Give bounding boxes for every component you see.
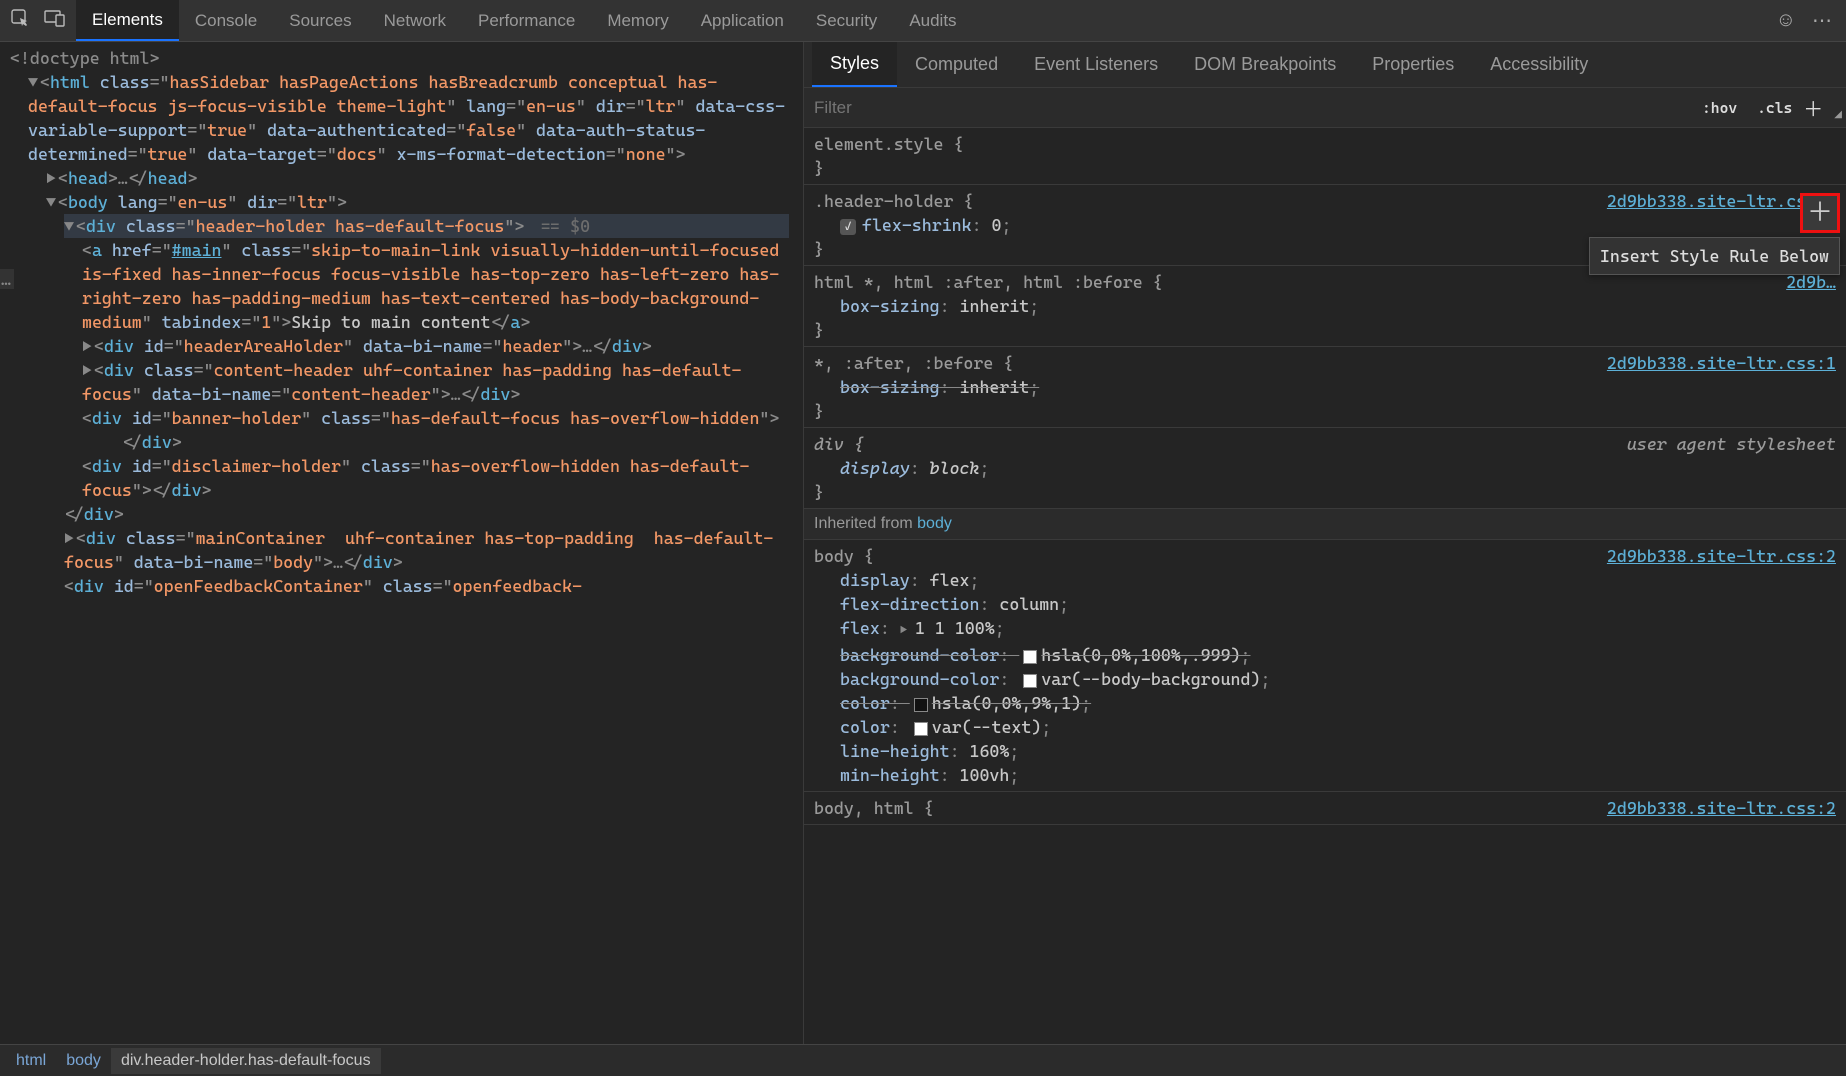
styles-sidebar: StylesComputedEvent ListenersDOM Breakpo… xyxy=(803,42,1846,1044)
toolbar-left-icons xyxy=(0,0,76,41)
prop-checkbox[interactable]: ✓ xyxy=(840,219,856,235)
hov-toggle[interactable]: :hov xyxy=(1692,99,1747,117)
rule-close-brace: } xyxy=(814,318,1836,342)
devtools-toolbar: ElementsConsoleSourcesNetworkPerformance… xyxy=(0,0,1846,42)
rule-source: user agent stylesheet xyxy=(1627,432,1836,456)
style-declaration[interactable]: flex: ▶ 1 1 100%; xyxy=(814,616,1836,643)
rule-source-link[interactable]: 2d9bb338.site-ltr.css:1 xyxy=(1607,351,1836,375)
inherited-from-link[interactable]: body xyxy=(917,515,952,532)
smiley-icon[interactable]: ☺ xyxy=(1776,9,1796,32)
sidebar-tab-styles[interactable]: Styles xyxy=(812,42,897,87)
main-tab-elements[interactable]: Elements xyxy=(76,0,179,41)
style-rule[interactable]: element.style {} xyxy=(804,128,1846,185)
toolbar-right-icons: ☺ ⋯ xyxy=(1762,0,1846,41)
breadcrumb-item[interactable]: body xyxy=(56,1048,111,1074)
device-toggle-icon[interactable] xyxy=(44,9,66,32)
main-tab-sources[interactable]: Sources xyxy=(273,0,367,41)
dom-node[interactable]: <div id="openFeedbackContainer" class="o… xyxy=(64,574,789,598)
main-tab-memory[interactable]: Memory xyxy=(591,0,684,41)
main-tabs: ElementsConsoleSourcesNetworkPerformance… xyxy=(76,0,1762,41)
dom-tree[interactable]: <!doctype html>▼<html class="hasSidebar … xyxy=(10,46,789,598)
dom-node[interactable]: ▶<div id="headerAreaHolder" data-bi-name… xyxy=(82,334,789,358)
dom-node[interactable]: ▼<div class="header-holder has-default-f… xyxy=(64,214,789,238)
style-rules-list[interactable]: element.style {}.header-holder {2d9bb338… xyxy=(804,128,1846,1044)
sidebar-tab-properties[interactable]: Properties xyxy=(1354,42,1472,87)
dom-node[interactable]: <div id="disclaimer-holder" class="has-o… xyxy=(82,454,789,502)
style-rule[interactable]: .header-holder {2d9bb338.site-ltr.css:2✓… xyxy=(804,185,1846,266)
main-split: … <!doctype html>▼<html class="hasSideba… xyxy=(0,42,1846,1044)
dom-node[interactable]: ▶<div class="content-header uhf-containe… xyxy=(82,358,789,406)
main-tab-network[interactable]: Network xyxy=(368,0,462,41)
dom-node[interactable]: ▶<div class="mainContainer uhf-container… xyxy=(64,526,789,574)
rule-selector[interactable]: *, :after, :before { xyxy=(814,351,1013,375)
dom-node[interactable]: </div> xyxy=(64,502,789,526)
breadcrumb-trail: htmlbodydiv.header-holder.has-default-fo… xyxy=(0,1044,1846,1076)
dom-node[interactable]: <a href="#main" class="skip-to-main-link… xyxy=(82,238,789,334)
new-rule-icon[interactable]: ＋ xyxy=(1802,97,1824,119)
kebab-icon[interactable]: ⋯ xyxy=(1812,8,1832,33)
dom-node[interactable]: <div id="banner-holder" class="has-defau… xyxy=(82,406,789,430)
style-declaration[interactable]: box-sizing: inherit; xyxy=(814,294,1836,318)
color-swatch[interactable] xyxy=(914,722,928,736)
rule-selector[interactable]: body, html { xyxy=(814,796,934,820)
style-declaration[interactable]: color: hsla(0,0%,9%,1); xyxy=(814,691,1836,715)
sidebar-tabs: StylesComputedEvent ListenersDOM Breakpo… xyxy=(804,42,1846,88)
dom-node[interactable]: ▼<html class="hasSidebar hasPageActions … xyxy=(28,70,789,166)
cls-toggle[interactable]: .cls xyxy=(1747,99,1802,117)
sidebar-tab-computed[interactable]: Computed xyxy=(897,42,1016,87)
style-declaration[interactable]: background-color: var(--body-background)… xyxy=(814,667,1836,691)
style-declaration[interactable]: color: var(--text); xyxy=(814,715,1836,739)
styles-filter-row: :hov .cls ＋ ◢ xyxy=(804,88,1846,128)
sidebar-tab-dom-breakpoints[interactable]: DOM Breakpoints xyxy=(1176,42,1354,87)
dom-node[interactable]: ▶<head>…</head> xyxy=(46,166,789,190)
elements-tree-panel[interactable]: … <!doctype html>▼<html class="hasSideba… xyxy=(0,42,803,1044)
main-tab-security[interactable]: Security xyxy=(800,0,893,41)
sidebar-tab-accessibility[interactable]: Accessibility xyxy=(1472,42,1606,87)
style-declaration[interactable]: min-height: 100vh; xyxy=(814,763,1836,787)
styles-filter-input[interactable] xyxy=(804,98,1692,118)
style-rule[interactable]: body, html { 2d9bb338.site-ltr.css:2 xyxy=(804,792,1846,825)
color-swatch[interactable] xyxy=(914,698,928,712)
style-declaration[interactable]: background-color: hsla(0,0%,100%,.999); xyxy=(814,643,1836,667)
breadcrumb-item[interactable]: html xyxy=(6,1048,56,1074)
rule-source-link[interactable]: 2d9bb338.site-ltr.css:2 xyxy=(1607,796,1836,820)
rule-selector[interactable]: .header-holder { xyxy=(814,189,973,213)
main-tab-audits[interactable]: Audits xyxy=(893,0,972,41)
rule-selector[interactable]: html *, html :after, html :before { xyxy=(814,270,1163,294)
rule-close-brace: } xyxy=(814,399,1836,423)
rule-selector[interactable]: body { xyxy=(814,544,874,568)
corner-resize-icon: ◢ xyxy=(1834,109,1842,120)
dom-node[interactable]: </div> xyxy=(122,430,789,454)
rule-selector[interactable]: element.style { xyxy=(814,132,963,156)
inherited-from-bar: Inherited from body xyxy=(804,509,1846,540)
breadcrumb-item[interactable]: div.header-holder.has-default-focus xyxy=(111,1048,381,1074)
style-declaration[interactable]: display: flex; xyxy=(814,568,1836,592)
sidebar-tab-event-listeners[interactable]: Event Listeners xyxy=(1016,42,1176,87)
rule-source-link[interactable]: 2d9b… xyxy=(1786,270,1836,294)
color-swatch[interactable] xyxy=(1023,650,1037,664)
rule-source-link[interactable]: 2d9bb338.site-ltr.css:2 xyxy=(1607,544,1836,568)
style-declaration[interactable]: flex-direction: column; xyxy=(814,592,1836,616)
style-declaration[interactable]: display: block; xyxy=(814,456,1836,480)
style-rule[interactable]: body { 2d9bb338.site-ltr.css:2display: fl… xyxy=(804,540,1846,792)
main-tab-application[interactable]: Application xyxy=(685,0,800,41)
main-tab-performance[interactable]: Performance xyxy=(462,0,591,41)
dom-node[interactable]: <!doctype html> xyxy=(10,46,789,70)
ellipsis-marker: … xyxy=(0,269,14,289)
rule-selector[interactable]: div { xyxy=(814,432,864,456)
style-declaration[interactable]: box-sizing: inherit; xyxy=(814,375,1836,399)
inspect-icon[interactable] xyxy=(10,8,30,33)
rule-close-brace: } xyxy=(814,480,1836,504)
insert-rule-below-button[interactable]: ＋ xyxy=(1800,193,1840,233)
style-rule[interactable]: *, :after, :before { 2d9bb338.site-ltr.cs… xyxy=(804,347,1846,428)
expand-shorthand-icon[interactable]: ▶ xyxy=(900,623,915,638)
style-rule[interactable]: html *, html :after, html :before { 2d9b…… xyxy=(804,266,1846,347)
rule-close-brace: } xyxy=(814,156,1836,180)
style-rule[interactable]: div { user agent stylesheetdisplay: block… xyxy=(804,428,1846,509)
style-declaration[interactable]: ✓flex-shrink: 0; xyxy=(814,213,1836,237)
style-declaration[interactable]: line-height: 160%; xyxy=(814,739,1836,763)
color-swatch[interactable] xyxy=(1023,674,1037,688)
main-tab-console[interactable]: Console xyxy=(179,0,273,41)
dom-node[interactable]: ▼<body lang="en-us" dir="ltr"> xyxy=(46,190,789,214)
